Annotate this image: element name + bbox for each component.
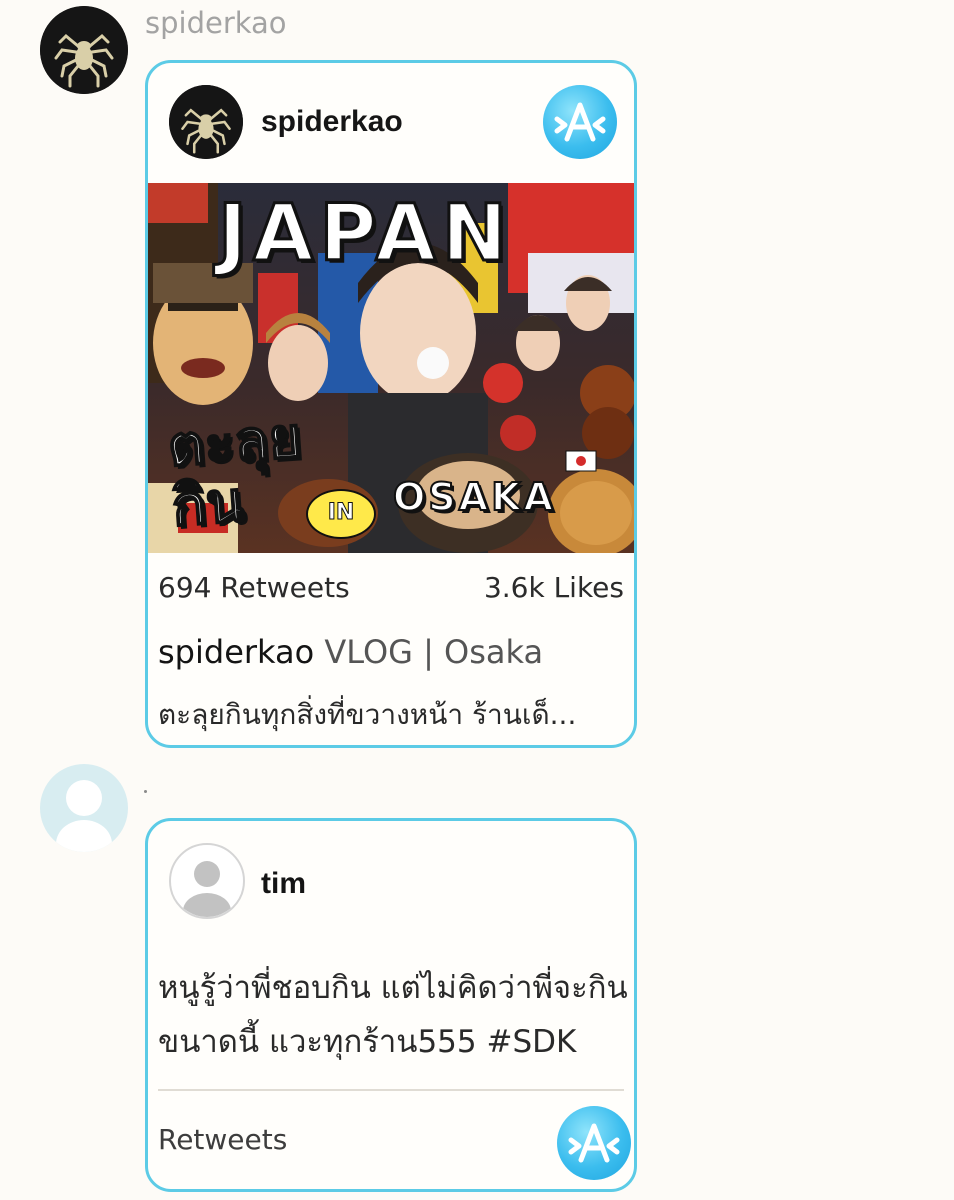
thumbnail-thai-caption: ตะลุย กิน bbox=[165, 404, 308, 541]
comment-body: หนูรู้ว่าพี่ชอบกิน แต่ไม่คิดว่าพี่จะกิน … bbox=[158, 961, 634, 1069]
video-thumbnail[interactable]: JAPAN ตะลุย กิน IN OSAKA bbox=[148, 183, 634, 553]
thumbnail-in-label: IN bbox=[306, 489, 376, 539]
comment-author-avatar[interactable] bbox=[169, 843, 245, 919]
shared-comment-card[interactable]: tim หนูรู้ว่าพี่ชอบกิน แต่ไม่คิดว่าพี่จะ… bbox=[145, 818, 637, 1192]
post-description: ตะลุยกินทุกสิ่งที่ขวางหน้า ร้านเด็... bbox=[158, 698, 577, 731]
retweets-label[interactable]: Retweets bbox=[158, 1123, 287, 1156]
post-author-name[interactable]: spiderkao bbox=[261, 105, 403, 139]
thumbnail-location-label: OSAKA bbox=[392, 474, 556, 520]
post-title-author: spiderkao bbox=[158, 633, 315, 671]
spider-logo-icon bbox=[169, 85, 243, 159]
app-logo-glyph-icon bbox=[568, 1123, 620, 1163]
post-title: spiderkao VLOG | Osaka bbox=[158, 633, 543, 671]
thumbnail-thai-line2: กิน bbox=[169, 469, 248, 541]
comment-body-line1: หนูรู้ว่าพี่ชอบกิน แต่ไม่คิดว่าพี่จะกิน bbox=[158, 970, 628, 1006]
app-logo-icon[interactable] bbox=[543, 85, 617, 159]
card-divider bbox=[158, 1089, 624, 1091]
app-logo-icon[interactable] bbox=[557, 1106, 631, 1180]
post-author-avatar[interactable] bbox=[169, 85, 243, 159]
app-logo-glyph-icon bbox=[554, 102, 606, 142]
retweet-count[interactable]: 694 Retweets bbox=[158, 571, 350, 604]
like-count[interactable]: 3.6k Likes bbox=[484, 571, 624, 604]
comment-body-line2: ขนาดนี้ แวะทุกร้าน555 #SDK bbox=[158, 1024, 577, 1060]
sender-name: . bbox=[144, 790, 147, 793]
thumbnail-headline: JAPAN bbox=[216, 188, 514, 281]
default-avatar-icon bbox=[183, 861, 231, 917]
sender-avatar-default[interactable] bbox=[40, 764, 128, 852]
post-title-text: VLOG | Osaka bbox=[314, 633, 544, 671]
spider-logo-icon bbox=[40, 6, 128, 94]
comment-author-name[interactable]: tim bbox=[261, 867, 306, 901]
thumbnail-thai-line1: ตะลุย bbox=[165, 404, 305, 480]
sender-name: spiderkao bbox=[145, 6, 287, 40]
sender-avatar-spiderkao[interactable] bbox=[40, 6, 128, 94]
default-avatar-icon bbox=[56, 780, 112, 852]
shared-post-card[interactable]: spiderkao JAPAN ตะลุย กิน IN OSAKA 694 R… bbox=[145, 60, 637, 748]
